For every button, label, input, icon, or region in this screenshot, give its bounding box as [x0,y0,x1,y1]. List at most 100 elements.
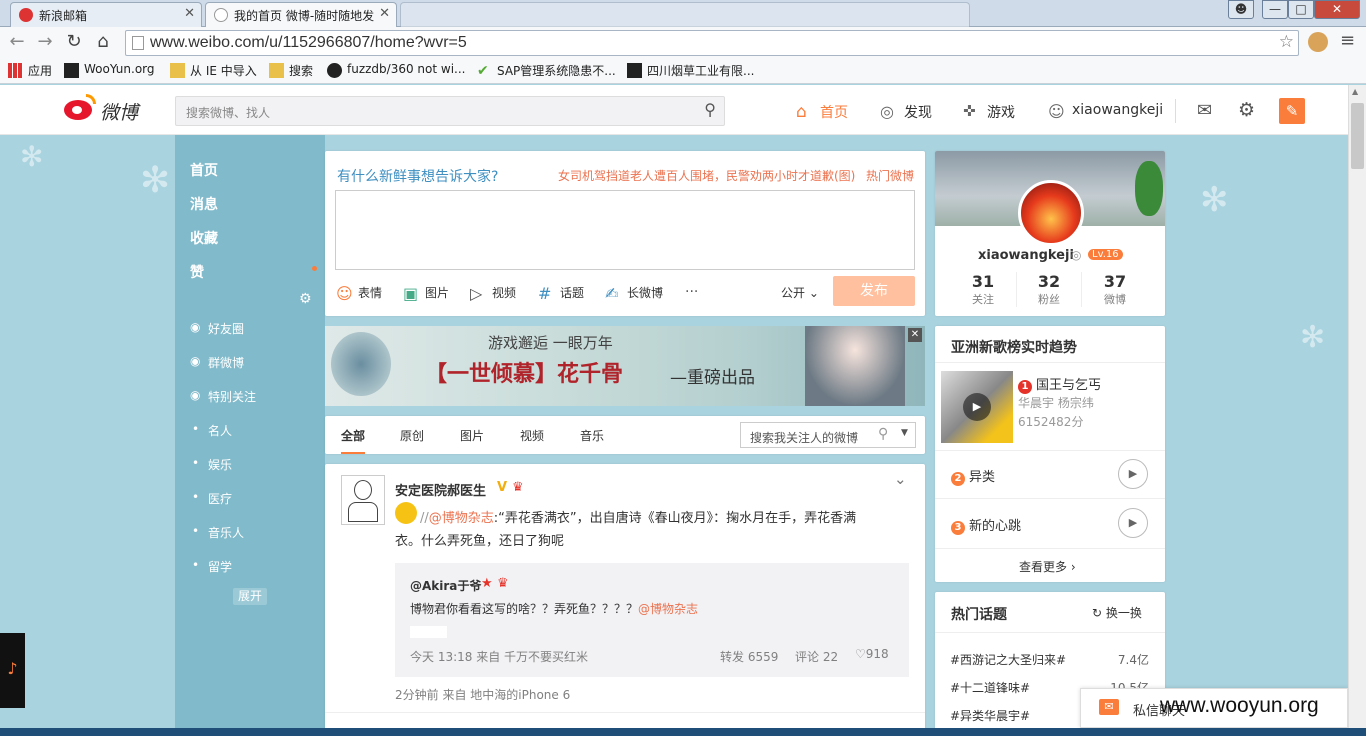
tab-background[interactable] [400,2,970,27]
chevron-down-icon[interactable]: ⌄ [894,470,907,488]
avatar[interactable] [1018,180,1084,246]
emoji-button[interactable]: ☺ 表情 [336,284,382,304]
nav-discover[interactable]: ◎ 发现 [880,102,932,122]
chevron-down-icon[interactable]: ▼ [901,428,908,438]
play-icon[interactable]: ▶ [1118,508,1148,538]
publish-button[interactable]: 发布 [833,276,915,306]
album-cover[interactable]: ▶ [941,371,1013,443]
nav-user[interactable]: ☺ xiaowangkeji [1048,102,1163,122]
search-icon[interactable]: ⚲ [878,426,888,442]
compose-icon[interactable]: ✎ [1279,98,1305,124]
sidebar-item-group-weibo[interactable]: ◉ 群微博 [190,354,244,371]
close-tab-icon[interactable]: ✕ [379,6,390,21]
tab-sina-mail[interactable]: 新浪邮箱 ✕ [10,2,202,27]
scrollbar-thumb[interactable] [1351,103,1364,169]
long-weibo-button[interactable]: ✍ 长微博 [605,284,663,304]
sidebar-item-messages[interactable]: 消息 [190,194,218,214]
video-button[interactable]: ▷ 视频 [470,284,516,304]
repost-image[interactable] [410,626,447,638]
sidebar-item-entertainment[interactable]: • 娱乐 [190,456,232,473]
sidebar-item-medical[interactable]: • 医疗 [190,490,232,507]
menu-icon[interactable]: ≡ [1340,30,1355,51]
sidebar-item-musician[interactable]: • 音乐人 [190,524,244,541]
weibo-logo-text[interactable]: 微博 [100,98,138,125]
close-window-button[interactable]: ✕ [1314,0,1360,19]
address-bar[interactable]: www.weibo.com/u/1152966807/home?wvr=5 ☆ [125,30,1299,56]
scrollbar[interactable]: ▲ [1348,85,1366,728]
sidebar-item-special[interactable]: ◉ 特别关注 [190,388,256,405]
bookmark-sap[interactable]: ✔ SAP管理系统隐患不... [477,62,616,80]
tab-original[interactable]: 原创 [400,427,424,444]
image-button[interactable]: ▣ 图片 [403,284,449,304]
maximize-button[interactable]: □ [1288,0,1314,19]
bookmark-ie-import[interactable]: 从 IE 中导入 [170,62,257,80]
weibo-logo-icon[interactable] [64,94,96,122]
game-ad-banner[interactable]: 游戏邂逅 一眼万年 【一世倾慕】花千骨 —重磅出品 ✕ [325,326,925,406]
repost-comment[interactable]: 评论 22 [795,648,838,665]
tab-video[interactable]: 视频 [520,427,544,444]
user-icon[interactable]: ☻ [1228,0,1254,19]
post-author[interactable]: 安定医院郝医生 [395,480,486,499]
bookmark-sichuan[interactable]: 四川烟草工业有限... [627,62,754,80]
tab-images[interactable]: 图片 [460,427,484,444]
scroll-up-icon[interactable]: ▲ [1352,87,1358,96]
hot-news-link[interactable]: 女司机驾挡道老人遭百人围堵，民警劝两小时才道歉(图) [558,167,855,184]
topic-button[interactable]: # 话题 [538,284,584,304]
profile-name[interactable]: xiaowangkeji [978,248,1074,263]
search-input[interactable]: 搜索微博、找人 ⚲ [175,96,725,126]
close-tab-icon[interactable]: ✕ [184,6,195,21]
star-icon[interactable]: ☆ [1279,32,1294,52]
topic-item[interactable]: #异类华晨宇# [950,707,1030,724]
bookmark-fuzzdb[interactable]: fuzzdb/360 not wi... [327,62,465,80]
expand-button[interactable]: 展开 [233,588,267,605]
nav-game[interactable]: ✜ 游戏 [963,102,1015,122]
hot-weibo-link[interactable]: 热门微博 [866,167,914,184]
sidebar-item-study-abroad[interactable]: • 留学 [190,558,232,575]
tab-weibo-home[interactable]: 我的首页 微博-随时随地发 ✕ [205,2,397,28]
home-icon[interactable]: ⌂ [92,31,114,53]
topic-item[interactable]: #十二道锋味# [950,679,1030,696]
song-2[interactable]: 2 异类 [951,466,995,486]
bookmark-wooyun[interactable]: WooYun.org [64,62,155,80]
tab-all[interactable]: 全部 [341,427,366,454]
sidebar-item-likes[interactable]: 赞 [190,262,204,282]
cookie-icon[interactable] [1308,32,1328,52]
view-more-link[interactable]: 查看更多 › [1019,558,1076,575]
sidebar-item-celebrity[interactable]: • 名人 [190,422,232,439]
repost-like[interactable]: ♡918 [855,647,889,661]
song-1-artist[interactable]: 华晨宇 杨宗纬 [1018,394,1094,411]
forward-icon[interactable]: → [34,31,56,53]
bookmark-apps[interactable]: 应用 [8,62,52,80]
play-icon[interactable]: ▶ [1118,459,1148,489]
sidebar-item-friends-circle[interactable]: ◉ 好友圈 [190,320,244,337]
song-1[interactable]: 1 国王与乞丐 [1018,374,1101,394]
mention-link[interactable]: @博物杂志 [429,511,494,526]
avatar[interactable] [341,475,385,525]
composer-textarea[interactable] [335,190,915,270]
more-icon[interactable]: ··· [685,284,698,300]
stat-fans[interactable]: 32 粉丝 [1016,272,1082,307]
level-badge[interactable]: Lv.16 [1088,249,1123,260]
minimize-button[interactable]: — [1262,0,1288,19]
reload-icon[interactable]: ↻ [63,31,85,53]
topic-item[interactable]: #西游记之大圣归来# [950,651,1066,668]
nav-home[interactable]: ⌂ 首页 [796,102,848,122]
tab-music[interactable]: 音乐 [580,427,604,444]
gear-icon[interactable]: ⚙ [299,291,312,307]
song-3[interactable]: 3 新的心跳 [951,515,1021,535]
refresh-button[interactable]: ↻ 换一换 [1092,604,1142,621]
bookmark-search[interactable]: 搜索 [269,62,313,80]
music-player-icon[interactable]: ♪ [0,633,25,708]
stat-weibo[interactable]: 37 微博 [1082,272,1148,307]
back-icon[interactable]: ← [6,31,28,53]
sidebar-item-favorites[interactable]: 收藏 [190,228,218,248]
play-icon[interactable]: ▶ [963,393,991,421]
repost-forward[interactable]: 转发 6559 [720,648,778,665]
mention-link[interactable]: @博物杂志 [638,602,698,616]
feed-search-input[interactable]: 搜索我关注人的微博 ⚲ ▼ [740,422,916,448]
sidebar-item-home[interactable]: 首页 [190,160,218,180]
close-icon[interactable]: ✕ [908,328,922,342]
mail-icon[interactable]: ✉ [1197,100,1212,121]
search-icon[interactable]: ⚲ [704,100,716,119]
repost-author[interactable]: @Akira于爷 [410,577,481,594]
